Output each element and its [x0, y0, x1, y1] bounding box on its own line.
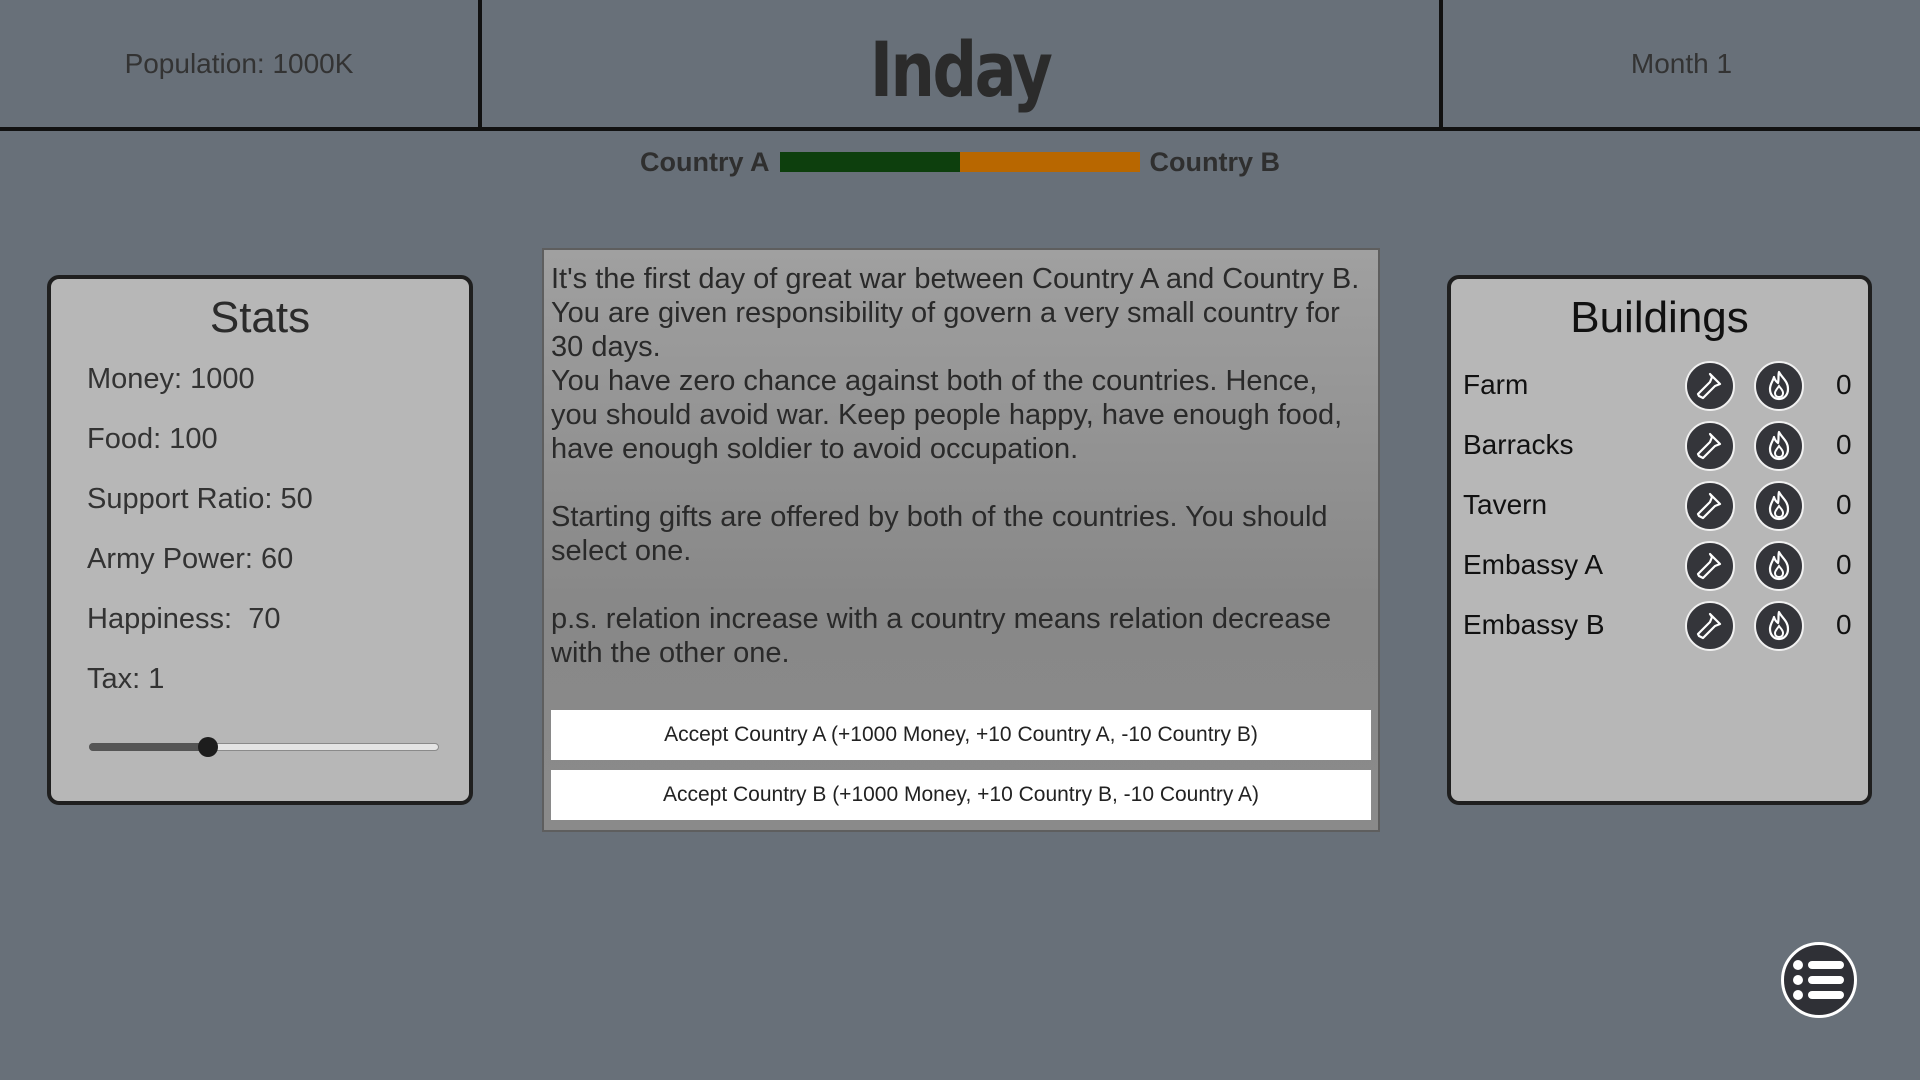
building-count: 0: [1836, 549, 1852, 580]
buildings-panel: Buildings Farm 0 Barracks 0 Tavern 0 Embassy A…: [1447, 275, 1872, 805]
build-button[interactable]: [1685, 481, 1735, 531]
fire-icon: [1768, 430, 1790, 461]
fire-icon: [1768, 490, 1790, 521]
tax-slider-handle[interactable]: [198, 737, 218, 757]
build-button[interactable]: [1685, 601, 1735, 651]
fire-icon: [1768, 370, 1790, 401]
building-row: Farm 0: [1463, 359, 1863, 411]
relation-bar: [779, 152, 1140, 172]
build-button[interactable]: [1685, 541, 1735, 591]
building-count: 0: [1836, 609, 1852, 640]
hammer-icon: [1696, 432, 1722, 460]
month-display: Month 1: [1630, 47, 1733, 79]
menu-button[interactable]: [1781, 942, 1857, 1018]
building-count: 0: [1836, 489, 1852, 520]
list-menu-icon: [1793, 960, 1844, 1000]
population-display: Population: 1000K: [0, 0, 482, 127]
burn-button[interactable]: [1754, 541, 1804, 591]
accept-country-a-button[interactable]: Accept Country A (+1000 Money, +10 Count…: [551, 710, 1371, 760]
event-paragraph: Starting gifts are offered by both of th…: [551, 501, 1328, 567]
game-title: Inday: [870, 25, 1053, 114]
build-button[interactable]: [1685, 421, 1735, 471]
burn-button[interactable]: [1754, 601, 1804, 651]
event-paragraph: It's the first day of great war between …: [551, 263, 1360, 363]
hammer-icon: [1696, 552, 1722, 580]
building-name: Barracks: [1463, 429, 1574, 460]
hammer-icon: [1696, 372, 1722, 400]
army-power-stat: Army Power: 60: [87, 543, 294, 575]
buildings-title: Buildings: [1570, 293, 1749, 342]
country-b-label: Country B: [1149, 146, 1281, 177]
event-paragraph: You have zero chance against both of the…: [551, 365, 1343, 465]
event-paragraph: p.s. relation increase with a country me…: [551, 603, 1332, 669]
building-row: Tavern 0: [1463, 479, 1863, 531]
burn-button[interactable]: [1754, 481, 1804, 531]
money-stat: Money: 1000: [87, 363, 255, 395]
building-row: Barracks 0: [1463, 419, 1863, 471]
relation-meter: Country A Country B: [600, 144, 1320, 180]
hammer-icon: [1696, 612, 1722, 640]
build-button[interactable]: [1685, 361, 1735, 411]
building-name: Embassy A: [1463, 549, 1604, 580]
building-row: Embassy B 0: [1463, 599, 1863, 651]
building-name: Farm: [1463, 369, 1529, 400]
fire-icon: [1768, 610, 1790, 641]
tax-slider-fill: [89, 743, 208, 751]
hammer-icon: [1696, 492, 1722, 520]
stats-panel: Stats Money: 1000 Food: 100 Support Rati…: [47, 275, 473, 805]
burn-button[interactable]: [1754, 421, 1804, 471]
title-cell: Inday: [482, 0, 1443, 127]
building-count: 0: [1836, 429, 1852, 460]
burn-button[interactable]: [1754, 361, 1804, 411]
event-text: It's the first day of great war between …: [551, 262, 1371, 670]
accept-country-b-button[interactable]: Accept Country B (+1000 Money, +10 Count…: [551, 770, 1371, 820]
food-stat: Food: 100: [87, 423, 218, 455]
event-panel: It's the first day of great war between …: [542, 248, 1380, 832]
support-ratio-stat: Support Ratio: 50: [87, 483, 313, 515]
top-bar: Population: 1000K Inday Month 1: [0, 0, 1920, 131]
tax-stat: Tax: 1: [87, 663, 165, 695]
stats-title: Stats: [209, 293, 311, 342]
building-name: Tavern: [1463, 489, 1548, 520]
fire-icon: [1768, 550, 1790, 581]
country-a-relation-fill: [779, 152, 960, 172]
building-count: 0: [1836, 369, 1852, 400]
happiness-stat: Happiness: 70: [87, 603, 281, 635]
country-a-label: Country A: [640, 146, 770, 177]
country-b-relation-fill: [959, 152, 1140, 172]
building-row: Embassy A 0: [1463, 539, 1863, 591]
building-name: Embassy B: [1463, 609, 1605, 640]
